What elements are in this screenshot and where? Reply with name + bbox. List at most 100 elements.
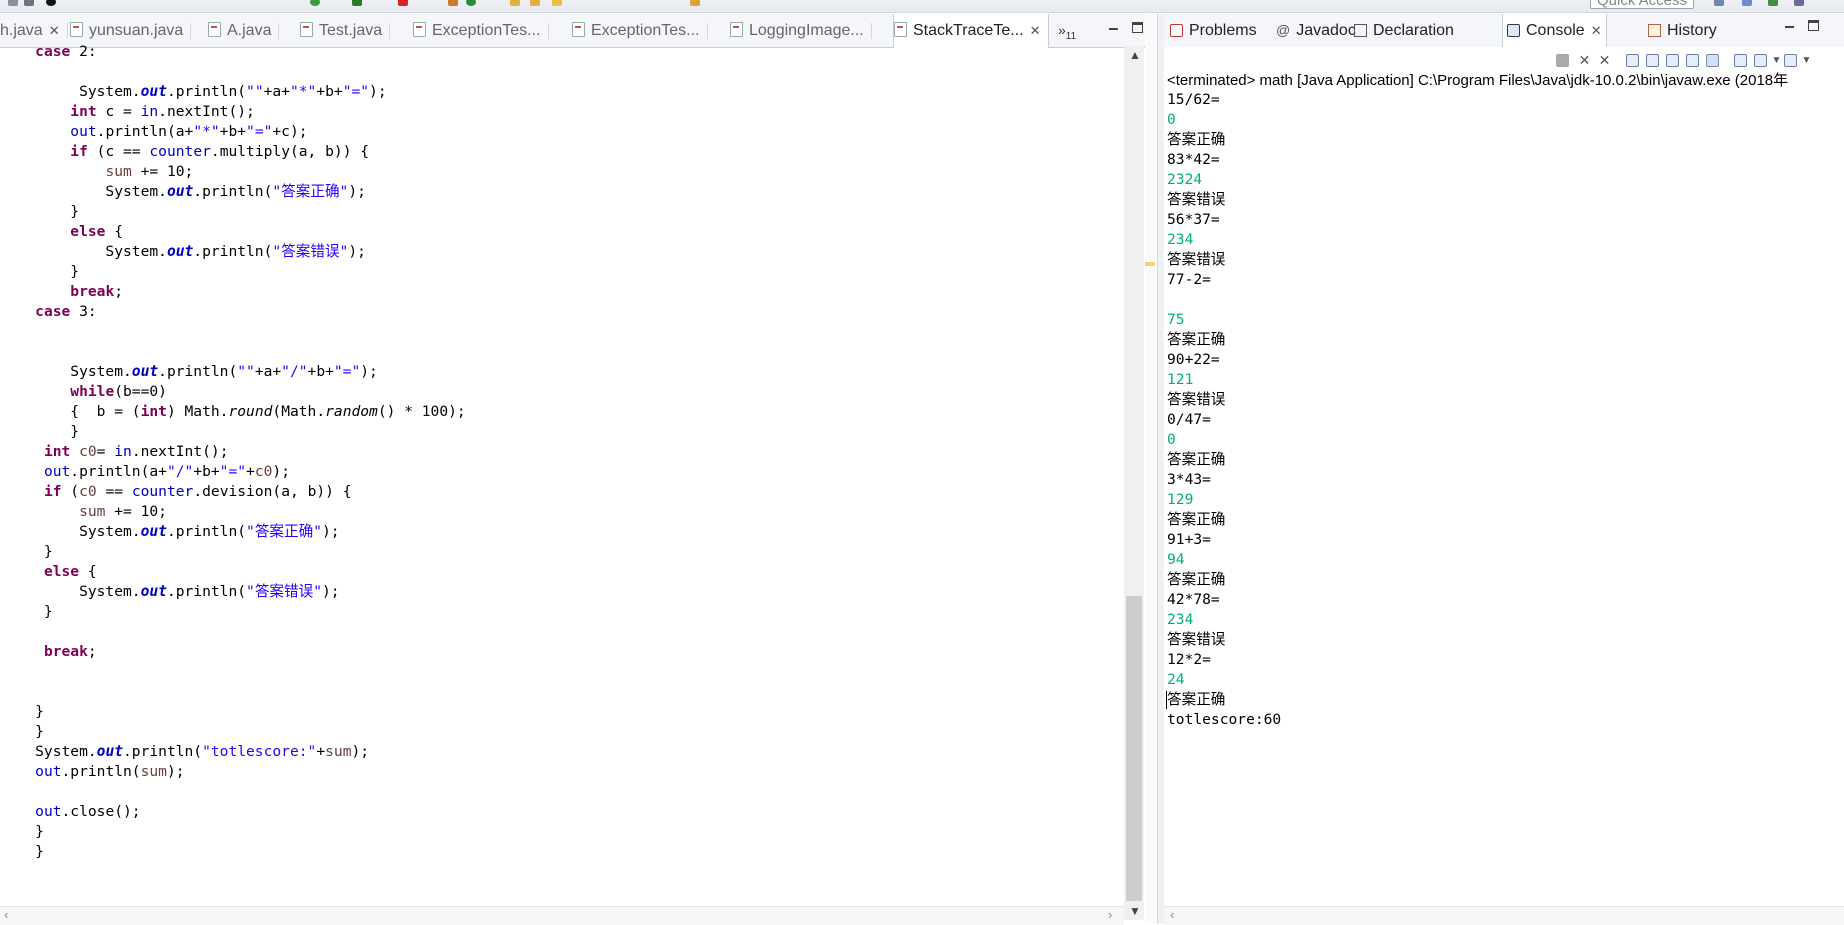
code-line: if (c == counter.multiply(a, b)) { xyxy=(0,142,369,162)
quick-access-input[interactable]: Quick Access xyxy=(1590,0,1694,9)
java-file-icon xyxy=(413,22,426,37)
code-token: (b==0) xyxy=(114,383,167,400)
tab-declaration[interactable]: Declaration xyxy=(1354,14,1454,47)
editor-tab[interactable]: LoggingImage... xyxy=(730,14,872,47)
open-console-icon[interactable] xyxy=(1784,54,1797,67)
remove-launch-icon[interactable]: ✕ xyxy=(1578,53,1591,67)
code-token: "/" xyxy=(166,463,194,480)
code-token: += 10; xyxy=(105,503,167,520)
java-perspective-icon[interactable] xyxy=(1742,0,1752,6)
scroll-left-arrow-icon[interactable]: ‹ xyxy=(4,907,8,922)
console-output-line: 答案错误 xyxy=(1167,251,1226,268)
word-wrap-icon[interactable] xyxy=(1666,54,1679,67)
code-token: } xyxy=(0,723,44,740)
toolbar-icon[interactable] xyxy=(690,0,700,6)
editor-horizontal-scrollbar[interactable]: ‹ › xyxy=(0,906,1124,925)
folder-icon[interactable] xyxy=(530,0,540,6)
code-token: int xyxy=(43,443,71,460)
code-line: break; xyxy=(0,642,97,662)
toolbar-icon[interactable] xyxy=(552,0,562,6)
editor-tab-label: LoggingImage... xyxy=(749,22,864,39)
tab-history[interactable]: History xyxy=(1648,14,1717,47)
close-icon[interactable]: ✕ xyxy=(1030,23,1041,38)
folder-icon[interactable] xyxy=(510,0,520,6)
display-selected-console-icon[interactable] xyxy=(1754,54,1767,67)
editor-tab-label: Test.java xyxy=(319,22,383,39)
occurrence-marker[interactable] xyxy=(1145,262,1155,266)
tab-separator xyxy=(66,23,68,39)
code-area[interactable]: case 2: System.out.println(""+a+"*"+b+"=… xyxy=(0,43,1120,906)
tab-separator xyxy=(389,23,391,39)
toolbar-icon[interactable] xyxy=(46,0,56,6)
toolbar-icon[interactable] xyxy=(8,0,18,6)
maximize-icon[interactable] xyxy=(1132,22,1143,33)
toolbar-icon[interactable] xyxy=(352,0,362,6)
code-token: .println( xyxy=(166,583,247,600)
code-token: if xyxy=(70,143,88,160)
code-token: "=" xyxy=(219,463,247,480)
editor-tab[interactable]: Test.java xyxy=(300,14,391,47)
show-on-stderr-icon[interactable] xyxy=(1706,54,1719,67)
code-token: out xyxy=(140,83,167,100)
editor-tab-label: StackTraceTe... xyxy=(913,22,1024,39)
stop-icon[interactable] xyxy=(398,0,408,6)
tab-problems[interactable]: Problems xyxy=(1170,14,1257,47)
code-token: .devision(a, b)) { xyxy=(193,483,352,500)
tab-console[interactable]: Console ✕ xyxy=(1502,14,1607,48)
chevron-down-icon[interactable]: ▼ xyxy=(1800,54,1813,67)
console-output-line: 90+22= xyxy=(1167,351,1220,368)
code-token: in xyxy=(140,103,159,120)
scrollbar-thumb[interactable] xyxy=(1126,596,1142,901)
toolbar-icon[interactable] xyxy=(24,0,34,6)
toolbar-icon[interactable] xyxy=(1714,0,1724,6)
scroll-left-arrow-icon[interactable]: ‹ xyxy=(1170,907,1174,922)
editor-tab[interactable]: ExceptionTes... xyxy=(572,14,708,47)
close-icon[interactable]: ✕ xyxy=(49,23,60,38)
code-token: .close(); xyxy=(61,803,141,820)
show-on-stdout-icon[interactable] xyxy=(1686,54,1699,67)
code-line: else { xyxy=(0,562,97,582)
clear-console-icon[interactable] xyxy=(1626,54,1639,67)
run-icon[interactable] xyxy=(310,0,320,6)
code-line: } xyxy=(0,422,79,442)
tab-javadoc[interactable]: @ Javadoc xyxy=(1276,14,1356,47)
toolbar-icon[interactable] xyxy=(1794,0,1804,6)
terminate-icon[interactable] xyxy=(1556,54,1569,67)
scroll-lock-icon[interactable] xyxy=(1646,54,1659,67)
java-editor: h.java ✕ yunsuan.java A.java Test.java Except… xyxy=(0,14,1155,925)
java-file-icon xyxy=(208,22,221,37)
editor-tab[interactable]: StackTraceTe... ✕ xyxy=(893,14,1050,48)
maximize-icon[interactable] xyxy=(1808,20,1819,31)
code-token: sum xyxy=(140,763,167,780)
editor-tab[interactable]: ExceptionTes... xyxy=(413,14,549,47)
tab-overflow-button[interactable]: »11 xyxy=(1058,14,1076,47)
scroll-up-arrow-icon[interactable]: ▲ xyxy=(1129,48,1141,62)
debug-perspective-icon[interactable] xyxy=(1768,0,1778,6)
code-token: out xyxy=(166,183,194,200)
toolbar-icon[interactable] xyxy=(466,0,476,6)
minimize-icon[interactable] xyxy=(1108,22,1119,33)
code-token: c0 xyxy=(79,483,97,500)
close-icon[interactable]: ✕ xyxy=(1591,23,1602,38)
editor-tab-label: ExceptionTes... xyxy=(432,22,541,39)
code-token: 2: xyxy=(70,43,97,60)
console-horizontal-scrollbar[interactable]: ‹ xyxy=(1164,906,1844,925)
minimize-icon[interactable] xyxy=(1784,20,1795,31)
console-view: Problems @ Javadoc Declaration Console ✕ Histo… xyxy=(1164,14,1844,925)
remove-all-terminated-icon[interactable]: ✕ xyxy=(1598,53,1611,67)
console-output-line: 3*43= xyxy=(1167,471,1211,488)
code-token: ); xyxy=(351,743,370,760)
editor-tab[interactable]: A.java xyxy=(208,14,280,47)
toolbar-icon[interactable] xyxy=(448,0,458,6)
chevron-down-icon[interactable]: ▼ xyxy=(1770,54,1783,67)
scroll-down-arrow-icon[interactable]: ▼ xyxy=(1129,904,1141,918)
code-token: { xyxy=(105,223,124,240)
editor-vertical-scrollbar[interactable]: ▲ ▼ xyxy=(1124,46,1144,920)
code-token: break xyxy=(43,643,88,660)
tab-label: Console xyxy=(1526,22,1585,39)
scroll-right-arrow-icon[interactable]: › xyxy=(1108,907,1112,922)
pin-console-icon[interactable] xyxy=(1734,54,1747,67)
console-output-line: 答案错误 xyxy=(1167,391,1226,408)
